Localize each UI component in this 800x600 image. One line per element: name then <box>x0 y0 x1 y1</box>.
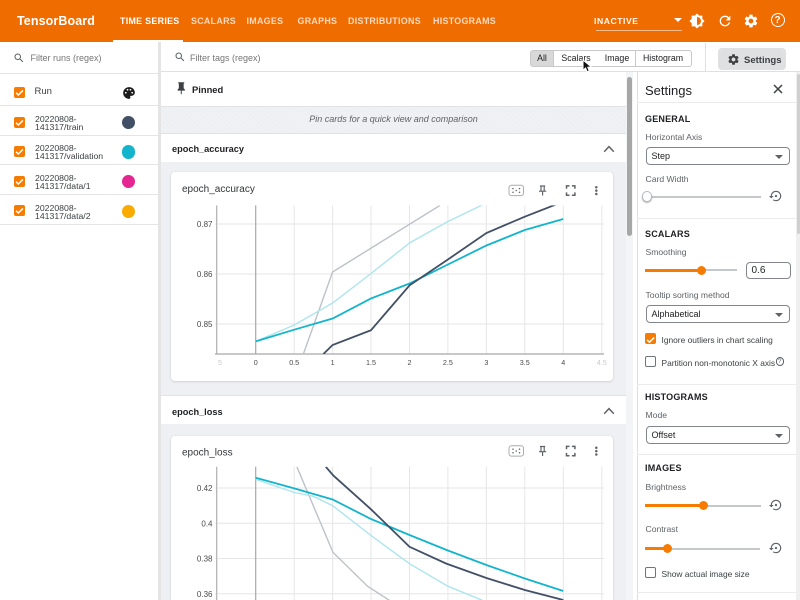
svg-text:4.5: 4.5 <box>597 358 607 367</box>
svg-text:1: 1 <box>331 358 335 367</box>
svg-text:0.87: 0.87 <box>197 220 213 229</box>
svg-text:0.4: 0.4 <box>201 519 213 528</box>
svg-text:0.85: 0.85 <box>197 320 213 329</box>
svg-text:0.38: 0.38 <box>197 555 213 564</box>
svg-text:epoch_loss: epoch_loss <box>182 448 233 459</box>
svg-text:0.36: 0.36 <box>197 590 213 599</box>
svg-text:0: 0 <box>254 358 258 367</box>
svg-text:epoch_accuracy: epoch_accuracy <box>182 184 255 195</box>
svg-text:0.42: 0.42 <box>197 484 213 493</box>
svg-text:2.5: 2.5 <box>443 358 453 367</box>
svg-text:5: 5 <box>218 358 222 367</box>
svg-text:3.5: 3.5 <box>520 358 530 367</box>
svg-text:3: 3 <box>484 358 488 367</box>
svg-text:0.5: 0.5 <box>289 358 299 367</box>
svg-text:2: 2 <box>408 358 412 367</box>
svg-text:1.5: 1.5 <box>366 358 376 367</box>
svg-text:4: 4 <box>561 358 565 367</box>
svg-text:0.86: 0.86 <box>197 270 213 279</box>
